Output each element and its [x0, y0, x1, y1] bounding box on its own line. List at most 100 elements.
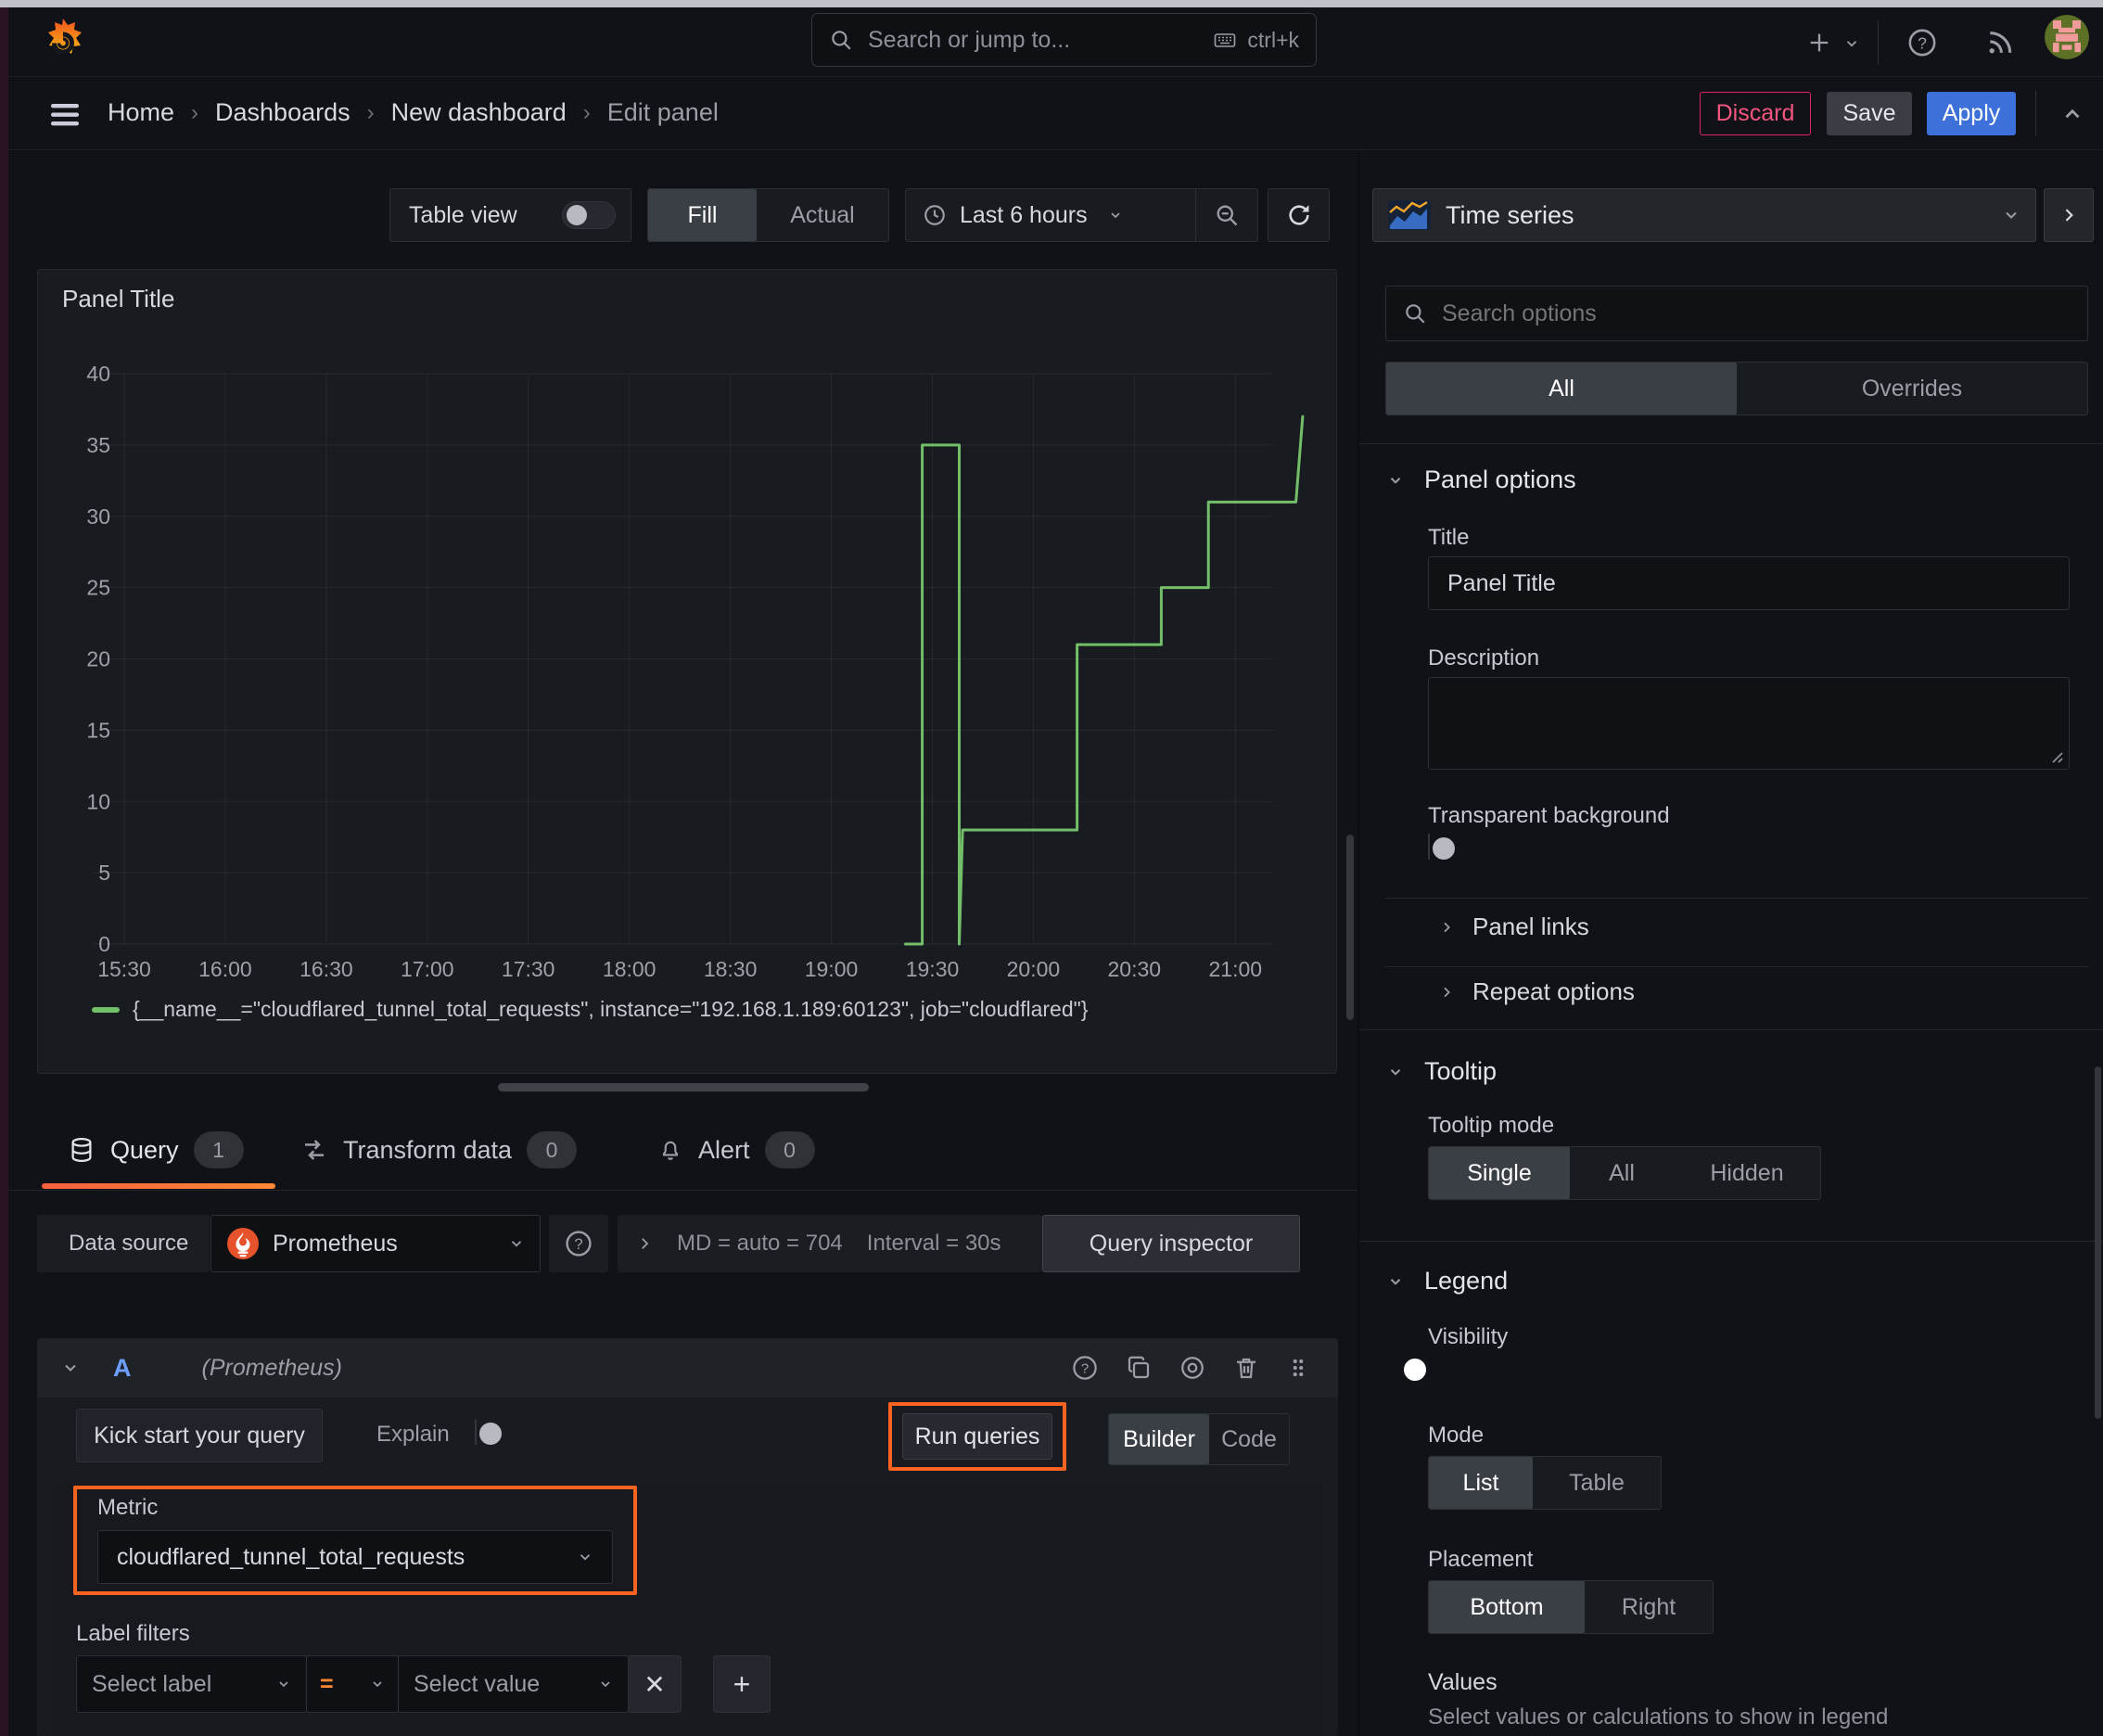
chart-legend[interactable]: {__name__="cloudflared_tunnel_total_requ… [92, 997, 1088, 1022]
vertical-scrollbar[interactable] [1346, 835, 1354, 1020]
select-label-dropdown[interactable]: Select label [76, 1655, 307, 1713]
operator-value: = [320, 1670, 334, 1697]
panel-options-section-header[interactable]: Panel options [1387, 466, 1576, 494]
tooltip-all-option[interactable]: All [1570, 1147, 1674, 1199]
query-help-icon[interactable]: ? [1071, 1354, 1099, 1382]
resize-handle-icon[interactable] [2047, 747, 2064, 764]
operator-dropdown[interactable]: = [306, 1655, 399, 1713]
legend-placement-label: Placement [1428, 1547, 1534, 1572]
viz-pane-expand-chevron-icon[interactable] [2044, 188, 2094, 242]
add-menu-chevron-icon[interactable] [1840, 33, 1864, 54]
datasource-help-icon[interactable]: ? [549, 1215, 608, 1272]
explain-label: Explain [376, 1422, 450, 1447]
title-field-label: Title [1428, 525, 1470, 550]
viz-picker[interactable]: Time series [1372, 188, 2036, 242]
zoom-out-time-icon[interactable] [1196, 189, 1257, 241]
legend-table-option[interactable]: Table [1533, 1457, 1661, 1509]
fill-option[interactable]: Fill [648, 189, 757, 241]
datasource-picker[interactable]: Prometheus [210, 1215, 541, 1272]
disable-query-eye-icon[interactable] [1179, 1354, 1206, 1382]
chevron-right-icon [1439, 985, 1454, 1000]
horizontal-scrollbar[interactable] [498, 1083, 869, 1091]
table-view-toggle[interactable] [562, 201, 616, 229]
tooltip-mode-label: Tooltip mode [1428, 1113, 1555, 1138]
options-tab-all[interactable]: All [1386, 363, 1737, 415]
database-icon [68, 1136, 96, 1164]
panel-title: Panel Title [62, 285, 175, 313]
breadcrumb-new-dashboard[interactable]: New dashboard [391, 98, 567, 127]
sidebar-scrollbar[interactable] [2095, 1066, 2101, 1419]
panel-title-field[interactable] [1428, 556, 2070, 610]
tab-transform-data[interactable]: Transform data 0 [300, 1131, 578, 1168]
placement-right-option[interactable]: Right [1585, 1581, 1713, 1633]
svg-text:20: 20 [86, 647, 110, 671]
query-collapse-chevron-icon[interactable] [61, 1359, 80, 1377]
refresh-button[interactable] [1268, 188, 1330, 242]
add-filter-button[interactable]: + [713, 1655, 771, 1713]
window-top-strip [0, 0, 2103, 7]
legend-section-header[interactable]: Legend [1387, 1267, 1508, 1296]
grafana-logo[interactable] [39, 17, 87, 67]
kick-start-query-button[interactable]: Kick start your query [76, 1409, 323, 1462]
apply-button[interactable]: Apply [1927, 92, 2016, 135]
query-editor-card: A (Prometheus) ? Kick start your query E… [37, 1338, 1338, 1736]
tooltip-section-header[interactable]: Tooltip [1387, 1057, 1497, 1086]
query-inspector-button[interactable]: Query inspector [1042, 1215, 1300, 1272]
repeat-options-section[interactable]: Repeat options [1439, 977, 1635, 1006]
panel-title-input[interactable] [1446, 568, 2052, 598]
time-series-chart[interactable]: 0 5 10 15 20 25 30 35 40 15:30 16:00 16:30 17:00 17:3… [38, 270, 1336, 1073]
builder-option[interactable]: Builder [1109, 1414, 1209, 1464]
options-search-input[interactable] [1440, 299, 2071, 328]
tab-transform-count: 0 [527, 1131, 578, 1168]
breadcrumb-dashboards[interactable]: Dashboards [215, 98, 350, 127]
help-icon[interactable]: ? [1904, 24, 1941, 61]
legend-mode-label: Mode [1428, 1423, 1485, 1448]
query-options-strip[interactable]: MD = auto = 704 Interval = 30s [618, 1215, 1042, 1272]
legend-list-option[interactable]: List [1429, 1457, 1533, 1509]
collapse-pane-chevron-up-icon[interactable] [2054, 97, 2091, 131]
panel-links-section[interactable]: Panel links [1439, 913, 1589, 941]
code-option[interactable]: Code [1209, 1414, 1289, 1464]
remove-filter-button[interactable]: ✕ [628, 1655, 682, 1713]
query-ref-id[interactable]: A [113, 1354, 132, 1383]
pane-divider[interactable] [1357, 150, 1359, 1736]
fill-actual-segment: Fill Actual [647, 188, 889, 242]
tab-query[interactable]: Query 1 [68, 1131, 244, 1168]
metric-select[interactable]: cloudflared_tunnel_total_requests [97, 1530, 613, 1584]
run-queries-button[interactable]: Run queries [902, 1413, 1052, 1460]
options-search[interactable] [1385, 286, 2088, 341]
select-label-chevron-icon [276, 1677, 291, 1691]
transparent-background-toggle[interactable] [1428, 834, 1455, 860]
tooltip-single-option[interactable]: Single [1429, 1147, 1570, 1199]
delete-query-trash-icon[interactable] [1232, 1354, 1260, 1382]
chart-panel[interactable]: Panel Title 0 5 10 15 20 25 30 35 40 15:30 16:00 16… [37, 269, 1337, 1074]
top-nav-bar: ctrl+k ? [8, 7, 2103, 77]
global-search-input[interactable] [866, 25, 1200, 55]
save-button[interactable]: Save [1827, 92, 1912, 135]
query-datasource-hint: (Prometheus) [201, 1354, 342, 1381]
description-textarea[interactable] [1428, 677, 2070, 770]
drag-handle-grip-icon[interactable] [1286, 1354, 1310, 1382]
query-row-header[interactable]: A (Prometheus) ? [37, 1338, 1338, 1398]
select-value-dropdown[interactable]: Select value [398, 1655, 629, 1713]
avatar[interactable] [2045, 15, 2089, 59]
svg-text:18:00: 18:00 [603, 957, 656, 981]
discard-button[interactable]: Discard [1700, 92, 1811, 135]
global-search[interactable]: ctrl+k [811, 13, 1317, 67]
placement-bottom-option[interactable]: Bottom [1429, 1581, 1585, 1633]
actual-option[interactable]: Actual [757, 189, 888, 241]
menu-hamburger-icon[interactable] [45, 99, 85, 131]
tab-alert[interactable]: Alert 0 [657, 1131, 815, 1168]
tab-transform-label: Transform data [343, 1135, 513, 1164]
header-divider [2035, 90, 2036, 136]
section-chevron-down-icon [1387, 1064, 1404, 1080]
news-rss-icon[interactable] [1982, 24, 2019, 61]
add-icon[interactable] [1803, 26, 1836, 59]
options-expand-chevron-icon [636, 1235, 653, 1252]
time-range-picker[interactable]: Last 6 hours [906, 202, 1195, 229]
options-tab-overrides[interactable]: Overrides [1737, 363, 2087, 415]
breadcrumb-home[interactable]: Home [108, 98, 174, 127]
explain-toggle[interactable] [475, 1419, 502, 1445]
tooltip-hidden-option[interactable]: Hidden [1674, 1147, 1820, 1199]
duplicate-query-icon[interactable] [1125, 1354, 1153, 1382]
